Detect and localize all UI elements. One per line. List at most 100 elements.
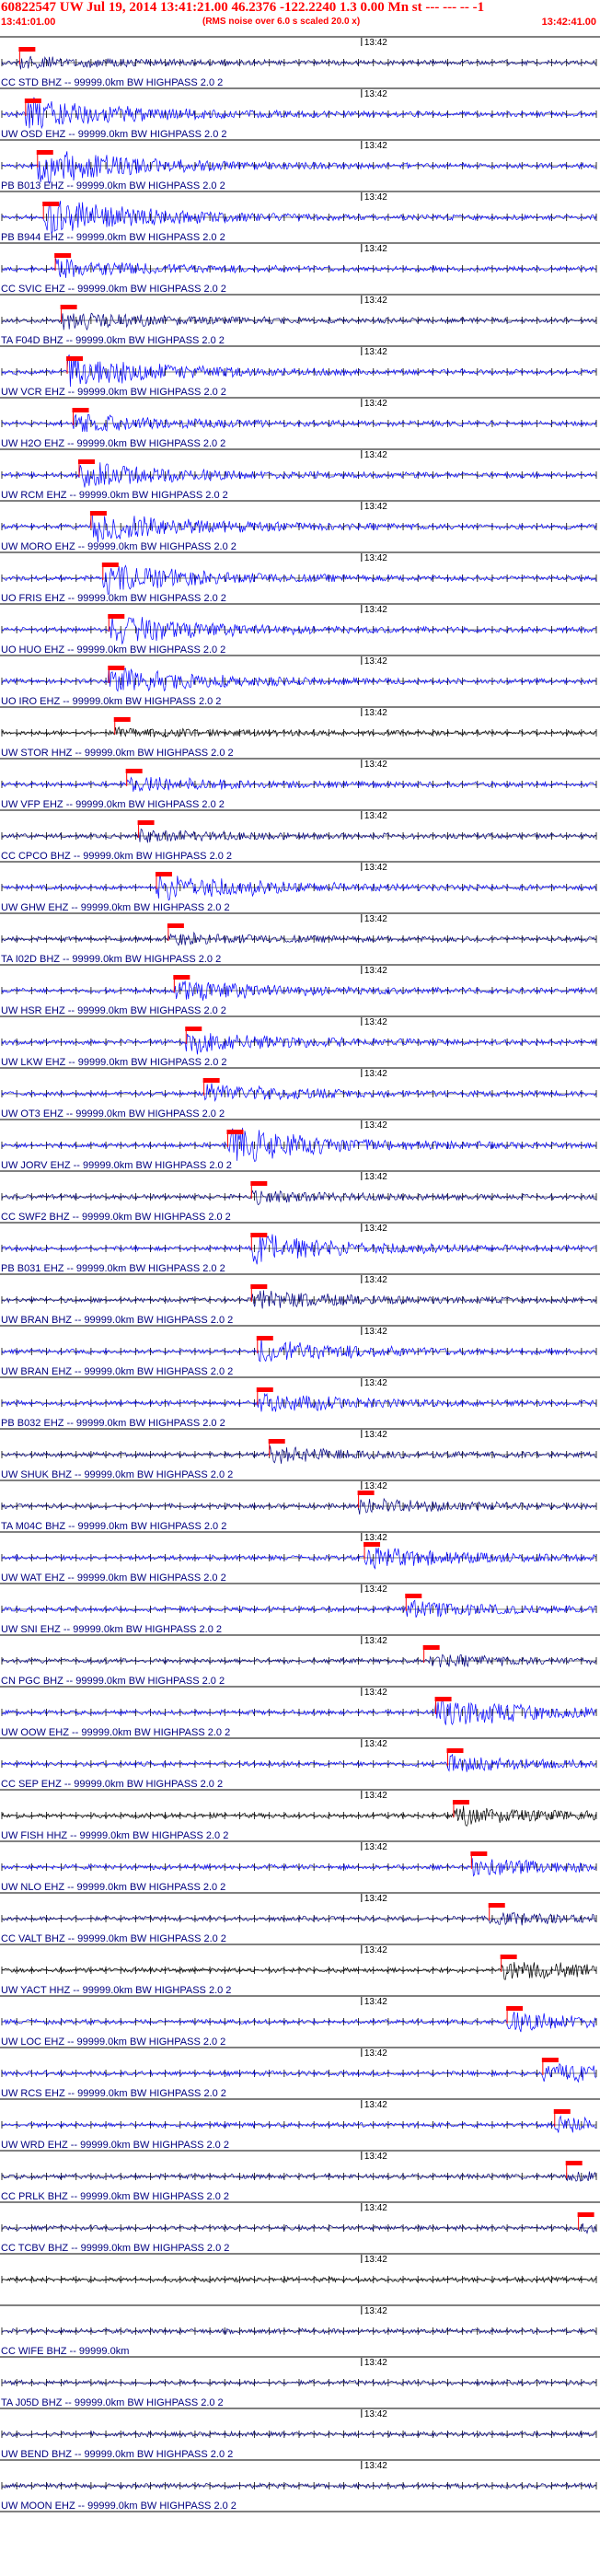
pick-marker (422, 1645, 440, 1650)
pick-marker (108, 666, 125, 670)
station-label: UW LKW EHZ -- 99999.0km BW HIGHPASS 2.0 … (1, 1057, 227, 1068)
time-marker-label: 13:42 (364, 502, 387, 512)
time-marker-label: 13:42 (364, 1017, 387, 1027)
time-marker-label: 13:42 (364, 553, 387, 563)
pick-marker (36, 150, 53, 155)
time-marker-label: 13:42 (364, 1997, 387, 2007)
pick-marker (488, 1903, 505, 1908)
time-marker-label: 13:42 (364, 89, 387, 99)
time-marker-label: 13:42 (364, 1688, 387, 1698)
station-label: CC PRLK BHZ -- 99999.0km BW HIGHPASS 2.0… (1, 2191, 229, 2202)
pick-marker (452, 1800, 469, 1804)
pick-marker (363, 1542, 381, 1547)
time-marker-label: 13:42 (364, 2306, 387, 2316)
station-label: CC CPCO BHZ -- 99999.0km BW HIGHPASS 2.0… (1, 851, 232, 862)
time-marker-label: 13:42 (364, 1430, 387, 1440)
pick-marker (113, 717, 131, 722)
station-label: PB B013 EHZ -- 99999.0km BW HIGHPASS 2.0… (1, 180, 225, 191)
pick-marker (155, 872, 172, 876)
time-marker-label: 13:42 (364, 192, 387, 203)
pick-marker (72, 408, 89, 412)
pick-marker (125, 769, 143, 773)
station-label: UW MOON EHZ -- 99999.0km BW HIGHPASS 2.0… (1, 2501, 237, 2512)
time-marker-label: 13:42 (364, 863, 387, 873)
time-marker-label: 13:42 (364, 244, 387, 254)
time-marker-label: 13:42 (364, 1327, 387, 1337)
pick-marker (565, 2161, 583, 2165)
station-label: UW NLO EHZ -- 99999.0km BW HIGHPASS 2.0 … (1, 1882, 225, 1893)
station-label: UW WAT EHZ -- 99999.0km BW HIGHPASS 2.0 … (1, 1572, 226, 1584)
pick-marker (173, 975, 190, 980)
pick-marker (500, 1955, 517, 1959)
time-marker-label: 13:42 (364, 1842, 387, 1852)
time-marker-label: 13:42 (364, 1894, 387, 1904)
pick-marker (446, 1748, 464, 1753)
time-marker-label: 13:42 (364, 1481, 387, 1491)
station-label: UW WRD EHZ -- 99999.0km BW HIGHPASS 2.0 … (1, 2140, 229, 2151)
time-marker-label: 13:42 (364, 347, 387, 357)
time-marker-label: 13:42 (364, 2461, 387, 2471)
station-label: UW BEND BHZ -- 99999.0km BW HIGHPASS 2.0… (1, 2449, 233, 2460)
station-label: UW JORV EHZ -- 99999.0km BW HIGHPASS 2.0… (1, 1160, 232, 1171)
pick-marker (137, 820, 155, 825)
time-marker-label: 13:42 (364, 38, 387, 48)
pick-marker (185, 1027, 202, 1031)
time-marker-label: 13:42 (364, 760, 387, 770)
station-label: UW OT3 EHZ -- 99999.0km BW HIGHPASS 2.0 … (1, 1108, 225, 1120)
station-label: UW LOC EHZ -- 99999.0km BW HIGHPASS 2.0 … (1, 2036, 225, 2048)
station-label: UW RCS EHZ -- 99999.0km BW HIGHPASS 2.0 … (1, 2088, 226, 2099)
pick-marker (541, 2058, 559, 2062)
time-marker-label: 13:42 (364, 2203, 387, 2213)
station-label: UO IRO EHZ -- 99999.0km BW HIGHPASS 2.0 … (1, 696, 221, 707)
pick-marker (54, 253, 72, 258)
time-marker-label: 13:42 (364, 966, 387, 976)
station-label: TA M04C BHZ -- 99999.0km BW HIGHPASS 2.0… (1, 1521, 226, 1532)
time-marker-label: 13:42 (364, 2048, 387, 2059)
time-marker-label: 13:42 (364, 1739, 387, 1749)
station-label: UW BRAN BHZ -- 99999.0km BW HIGHPASS 2.0… (1, 1315, 233, 1326)
time-marker-label: 13:42 (364, 141, 387, 151)
station-label: TA F04D BHZ -- 99999.0km BW HIGHPASS 2.0… (1, 335, 225, 346)
time-marker-label: 13:42 (364, 1378, 387, 1388)
station-label: PB B944 EHZ -- 99999.0km BW HIGHPASS 2.0… (1, 232, 225, 243)
pick-marker (226, 1130, 244, 1134)
pick-marker (66, 356, 84, 361)
station-label: CC WIFE BHZ -- 99999.0km (1, 2346, 129, 2357)
station-label: UW OSD EHZ -- 99999.0km BW HIGHPASS 2.0 … (1, 129, 227, 140)
pick-marker (18, 47, 36, 52)
station-label: TA J05D BHZ -- 99999.0km BW HIGHPASS 2.0… (1, 2397, 224, 2408)
pick-marker (167, 923, 184, 928)
time-marker-label: 13:42 (364, 2358, 387, 2368)
station-label: UW GHW EHZ -- 99999.0km BW HIGHPASS 2.0 … (1, 902, 230, 913)
time-marker-label: 13:42 (364, 450, 387, 460)
pick-marker (108, 614, 125, 619)
time-marker-label: 13:42 (364, 1224, 387, 1234)
station-label: CC VALT BHZ -- 99999.0km BW HIGHPASS 2.0… (1, 1933, 226, 1944)
time-marker-label: 13:42 (364, 1533, 387, 1543)
station-label: UW FISH HHZ -- 99999.0km BW HIGHPASS 2.0… (1, 1830, 228, 1841)
station-label: CN PGC BHZ -- 99999.0km BW HIGHPASS 2.0 … (1, 1676, 225, 1687)
station-label: UW VFP EHZ -- 99999.0km BW HIGHPASS 2.0 … (1, 799, 225, 810)
station-label: UW HSR EHZ -- 99999.0km BW HIGHPASS 2.0 … (1, 1005, 226, 1016)
station-label: UW VCR EHZ -- 99999.0km BW HIGHPASS 2.0 … (1, 387, 226, 398)
time-marker-label: 13:42 (364, 1584, 387, 1595)
pick-marker (268, 1439, 285, 1444)
time-marker-label: 13:42 (364, 2409, 387, 2419)
time-marker-label: 13:42 (364, 605, 387, 615)
time-marker-label: 13:42 (364, 1791, 387, 1801)
time-marker-label: 13:42 (364, 296, 387, 306)
pick-marker (42, 202, 60, 206)
time-marker-label: 13:42 (364, 1275, 387, 1285)
station-label: UW OOW EHZ -- 99999.0km BW HIGHPASS 2.0 … (1, 1727, 230, 1738)
pick-marker (506, 2006, 524, 2011)
station-label: UO FRIS EHZ -- 99999.0km BW HIGHPASS 2.0… (1, 593, 226, 604)
time-marker-label: 13:42 (364, 914, 387, 924)
time-marker-label: 13:42 (364, 811, 387, 821)
time-marker-label: 13:42 (364, 1945, 387, 1955)
pick-marker (202, 1078, 220, 1083)
station-label: UW MORO EHZ -- 99999.0km BW HIGHPASS 2.0… (1, 541, 237, 552)
pick-marker (405, 1594, 422, 1598)
time-marker-label: 13:42 (364, 1120, 387, 1131)
pick-marker (24, 99, 41, 103)
station-label: UW RCM EHZ -- 99999.0km BW HIGHPASS 2.0 … (1, 490, 228, 501)
